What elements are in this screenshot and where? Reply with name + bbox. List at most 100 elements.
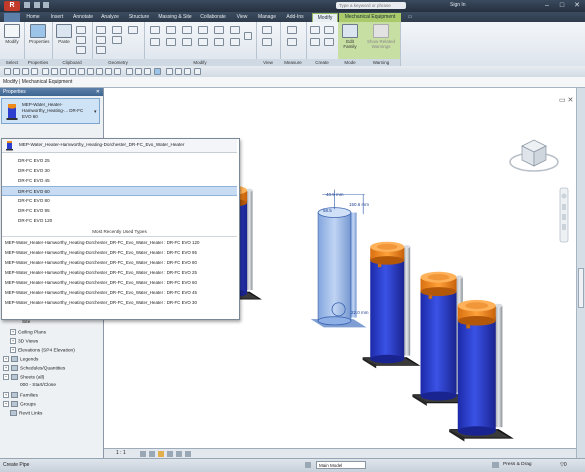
crop-view-icon[interactable] <box>176 451 182 457</box>
tree-item-ceiling-plans[interactable]: + Ceiling Plans <box>10 329 46 335</box>
layers-icon[interactable] <box>175 68 182 75</box>
mru-item[interactable]: MEP-Water_Heater-Hamworthy_Heating-Dorch… <box>2 278 237 287</box>
tree-item-elevations[interactable]: + Elevations (SP4 Elevation) <box>10 347 75 353</box>
scrollbar-thumb[interactable] <box>578 268 584 308</box>
section-icon[interactable] <box>96 68 103 75</box>
type-option[interactable]: DR-FC EVO 30 <box>2 166 237 176</box>
view-range-icon[interactable] <box>184 68 191 75</box>
editable-only-icon[interactable] <box>305 462 311 468</box>
collapse-icon[interactable]: − <box>3 374 9 380</box>
viewport-window-controls-icon[interactable]: ▭ ✕ <box>559 97 573 104</box>
close-hidden-windows-icon[interactable] <box>114 68 121 75</box>
thin-lines-icon[interactable] <box>105 68 112 75</box>
dimension-icon[interactable] <box>287 38 297 46</box>
join-icon[interactable] <box>96 46 106 54</box>
app-tab-icon[interactable] <box>4 13 20 22</box>
redo-icon[interactable] <box>31 68 38 75</box>
mru-item[interactable]: MEP-Water_Heater-Hamworthy_Heating-Dorch… <box>2 268 237 277</box>
tree-item-legends[interactable]: + Legends <box>3 356 38 362</box>
override-graphics-icon[interactable] <box>262 38 272 46</box>
properties-tool-button[interactable]: Properties <box>29 24 50 46</box>
qat-dropdown-icon[interactable] <box>194 68 201 75</box>
mru-item[interactable]: MEP-Water_Heater-Hamworthy_Heating-Dorch… <box>2 258 237 267</box>
array-icon[interactable] <box>214 38 224 46</box>
expand-icon[interactable]: + <box>10 347 16 353</box>
create-parts-icon[interactable] <box>324 26 334 34</box>
select-links-icon[interactable] <box>154 68 161 75</box>
open-icon[interactable] <box>4 68 11 75</box>
expand-icon[interactable]: + <box>3 392 9 398</box>
tree-item-3d-views[interactable]: +3D Views <box>10 338 38 344</box>
tree-item-sheets[interactable]: − Sheets (all) <box>3 374 44 380</box>
dimension-label-3[interactable]: 58.5 <box>323 208 332 213</box>
dimension-label-2[interactable]: 150.6 mm <box>349 202 369 207</box>
match-properties-icon[interactable] <box>76 46 86 54</box>
cope-icon[interactable] <box>96 26 106 34</box>
type-selector-dropdown[interactable]: MEP-Water_Heater-Hamworthy_Heating-Dorch… <box>1 138 240 320</box>
delete-icon[interactable] <box>244 32 252 40</box>
detail-level-icon[interactable] <box>140 451 146 457</box>
align-icon[interactable] <box>150 26 160 34</box>
type-option[interactable]: DR-FC EVO 45 <box>2 176 237 186</box>
measure-qat-icon[interactable] <box>51 68 58 75</box>
ribbon-minimize-icon[interactable]: ▭ <box>404 13 416 22</box>
print-icon[interactable] <box>42 68 49 75</box>
type-selector[interactable]: MEP-Water_Heater-Hamworthy_Heating-... D… <box>1 98 100 124</box>
paint-icon[interactable] <box>112 36 122 44</box>
default-3d-view-icon[interactable] <box>87 68 94 75</box>
tab-add-ins[interactable]: Add-Ins <box>282 13 308 22</box>
aligned-dimension-icon[interactable] <box>60 68 67 75</box>
selection-filter-icon[interactable] <box>492 462 499 468</box>
close-icon[interactable]: ✕ <box>570 1 584 10</box>
dimension-label-4[interactable]: 22.0 mm <box>351 310 369 315</box>
type-option[interactable]: DR-FC EVO 95 <box>2 206 237 216</box>
active-workset-select[interactable]: Main Model <box>316 461 366 469</box>
expand-icon[interactable]: + <box>3 365 9 371</box>
edit-family-button[interactable]: Edit Family <box>341 24 359 49</box>
expand-icon[interactable]: + <box>10 329 16 335</box>
expand-icon[interactable]: + <box>10 338 16 344</box>
expand-icon[interactable]: + <box>3 401 9 407</box>
type-option[interactable]: DR-FC EVO 120 <box>2 216 237 226</box>
cut-geometry-icon[interactable] <box>96 36 106 44</box>
tab-annotate[interactable]: Annotate <box>70 13 96 22</box>
create-similar-icon[interactable] <box>324 38 334 46</box>
type-option-selected[interactable]: DR-FC EVO 60 <box>2 186 237 196</box>
tab-home[interactable]: Home <box>22 13 44 22</box>
switch-windows-icon[interactable] <box>126 68 133 75</box>
mru-item[interactable]: MEP-Water_Heater-Hamworthy_Heating-Dorch… <box>2 238 237 247</box>
offset-icon[interactable] <box>166 26 176 34</box>
show-related-warnings-button[interactable]: Show Related Warnings <box>366 24 396 49</box>
create-group-icon[interactable] <box>310 38 320 46</box>
tab-structure[interactable]: Structure <box>124 13 154 22</box>
create-assembly-icon[interactable] <box>310 26 320 34</box>
mirror-pick-axis-icon[interactable] <box>182 26 192 34</box>
application-menu-button[interactable]: R <box>4 1 20 11</box>
copy-icon[interactable] <box>76 36 86 44</box>
trim-extend-icon[interactable] <box>198 38 208 46</box>
tag-icon[interactable] <box>69 68 76 75</box>
tree-item-families[interactable]: + Families <box>3 392 38 398</box>
type-option[interactable]: DR-FC EVO 80 <box>2 196 237 206</box>
tab-mechanical-equipment[interactable]: Mechanical Equipment <box>339 13 401 22</box>
help-search-input[interactable]: Type a keyword or phrase <box>336 2 406 9</box>
mru-item[interactable]: MEP-Water_Heater-Hamworthy_Heating-Dorch… <box>2 288 237 297</box>
link-icon[interactable] <box>144 68 151 75</box>
tab-modify[interactable]: Modify <box>312 13 338 22</box>
filter-icon[interactable] <box>166 68 173 75</box>
mirror-draw-axis-icon[interactable] <box>198 26 208 34</box>
view-scale[interactable]: 1 : 1 <box>116 450 126 456</box>
hide-in-view-icon[interactable] <box>262 26 272 34</box>
tree-item-site[interactable]: Site <box>22 320 30 325</box>
scale-icon[interactable] <box>230 26 240 34</box>
tree-item-revit-links[interactable]: Revit Links <box>10 410 42 416</box>
type-option[interactable]: DR-FC EVO 25 <box>2 156 237 166</box>
sign-in-link[interactable]: Sign In <box>450 2 466 8</box>
measure-icon[interactable] <box>287 26 297 34</box>
tab-insert[interactable]: Insert <box>46 13 68 22</box>
tile-icon[interactable] <box>135 68 142 75</box>
mru-item[interactable]: MEP-Water_Heater-Hamworthy_Heating-Dorch… <box>2 248 237 257</box>
filter-count[interactable]: ▽0 <box>560 462 567 468</box>
copy-element-icon[interactable] <box>166 38 176 46</box>
dimension-label-1[interactable]: 40.9 mm <box>326 192 344 197</box>
